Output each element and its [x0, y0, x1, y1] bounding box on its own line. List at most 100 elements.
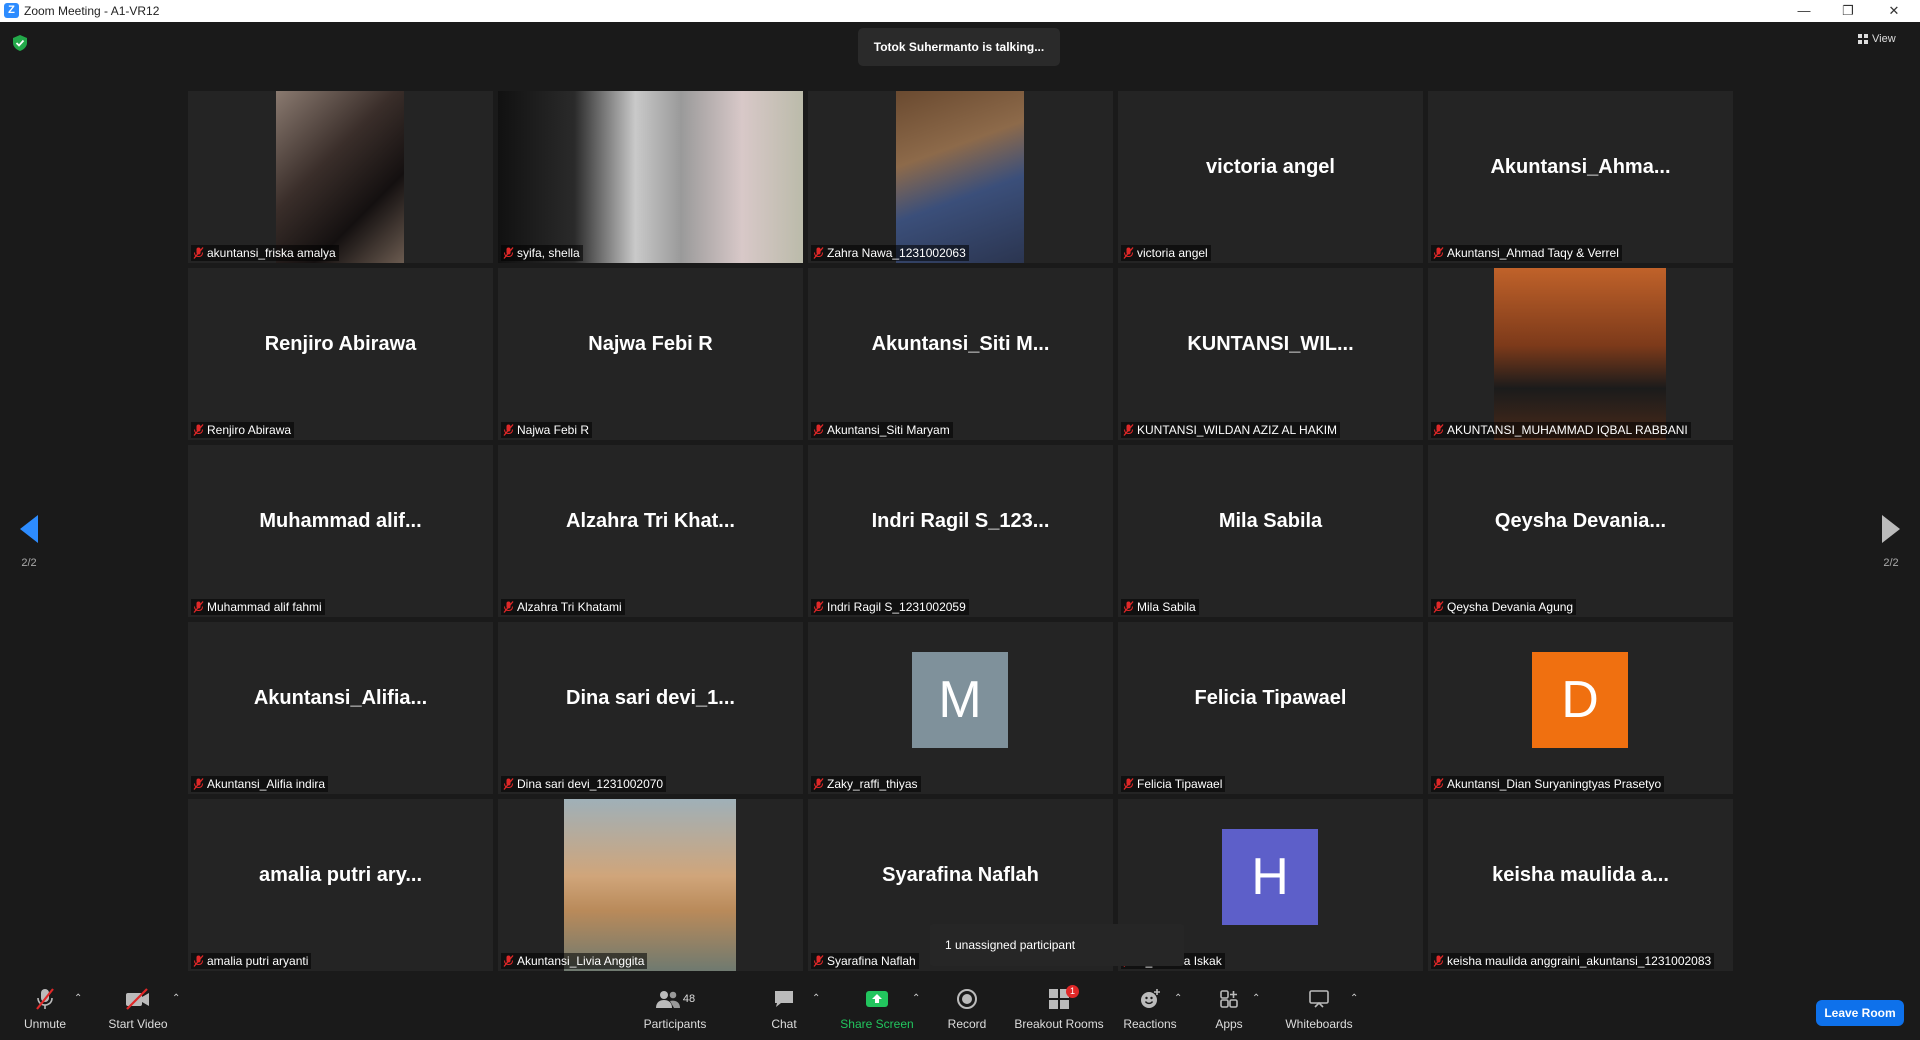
- participant-name-text: Akuntansi_Ahmad Taqy & Verrel: [1447, 246, 1619, 260]
- participant-tile[interactable]: Dina sari devi_1... Dina sari devi_123100…: [498, 622, 803, 794]
- minimize-button[interactable]: —: [1784, 0, 1824, 22]
- chevron-up-icon[interactable]: ⌃: [1350, 993, 1358, 1004]
- participant-tile[interactable]: Indri Ragil S_123... Indri Ragil S_123100…: [808, 445, 1113, 617]
- participant-video: [276, 91, 404, 263]
- next-page-button[interactable]: 2/2: [1871, 515, 1911, 569]
- participant-tile[interactable]: amalia putri ary... amalia putri aryanti: [188, 799, 493, 971]
- leave-room-button[interactable]: Leave Room: [1816, 1000, 1904, 1026]
- participant-tile[interactable]: Felicia Tipawael Felicia Tipawael: [1118, 622, 1423, 794]
- page-indicator-left: 2/2: [21, 557, 37, 569]
- share-screen-button[interactable]: Share Screen: [840, 987, 914, 1031]
- participant-tile[interactable]: keisha maulida a... keisha maulida anggra…: [1428, 799, 1733, 971]
- participant-name-text: Akuntansi_Alifia indira: [207, 777, 326, 791]
- whiteboards-button[interactable]: Whiteboards: [1282, 987, 1356, 1031]
- participant-name-text: Akuntansi_Livia Anggita: [517, 954, 645, 968]
- close-button[interactable]: ✕: [1874, 0, 1914, 22]
- participant-name-text: akuntansi_friska amalya: [207, 246, 336, 260]
- participant-display-name: Alzahra Tri Khat...: [566, 509, 735, 532]
- shield-icon[interactable]: [13, 35, 27, 51]
- reactions-button[interactable]: Reactions: [1122, 987, 1178, 1031]
- participant-tile[interactable]: Zahra Nawa_1231002063: [808, 91, 1113, 263]
- participant-name-label: Renjiro Abirawa: [191, 422, 295, 438]
- participant-tile[interactable]: Muhammad alif... Muhammad alif fahmi: [188, 445, 493, 617]
- participant-name-text: Akuntansi_Dian Suryaningtyas Prasetyo: [1447, 777, 1662, 791]
- record-icon: [944, 987, 990, 1011]
- window-title: Zoom Meeting - A1-VR12: [24, 4, 160, 18]
- chevron-up-icon[interactable]: ⌃: [1252, 993, 1260, 1004]
- participant-tile[interactable]: Qeysha Devania... Qeysha Devania Agung: [1428, 445, 1733, 617]
- arrow-right-icon: [1882, 515, 1900, 543]
- participant-tile[interactable]: Renjiro Abirawa Renjiro Abirawa: [188, 268, 493, 440]
- participant-name-label: Zahra Nawa_1231002063: [811, 245, 969, 261]
- mic-muted-icon: [193, 778, 204, 790]
- participant-name-label: Felicia Tipawael: [1121, 776, 1226, 792]
- chevron-up-icon[interactable]: ⌃: [812, 993, 820, 1004]
- participant-name-label: keisha maulida anggraini_akuntansi_12310…: [1431, 953, 1715, 969]
- participant-display-name: Najwa Febi R: [588, 332, 713, 355]
- chat-icon: [764, 987, 804, 1011]
- chevron-up-icon[interactable]: ⌃: [172, 993, 180, 1004]
- participants-count: 48: [682, 993, 696, 1005]
- active-speaker-indicator: Totok Suhermanto is talking...: [858, 28, 1060, 66]
- participant-name-label: Alzahra Tri Khatami: [501, 599, 625, 615]
- reactions-label: Reactions: [1123, 1017, 1177, 1031]
- participant-tile[interactable]: akuntansi_friska amalya: [188, 91, 493, 263]
- restore-button[interactable]: ❐: [1828, 0, 1868, 22]
- unmute-button[interactable]: Unmute: [18, 987, 72, 1031]
- whiteboard-icon: [1282, 987, 1356, 1011]
- participant-tile[interactable]: AKUNTANSI_MUHAMMAD IQBAL RABBANI: [1428, 268, 1733, 440]
- participant-tile[interactable]: Akuntansi_Siti M... Akuntansi_Siti Maryam: [808, 268, 1113, 440]
- participant-tile[interactable]: M Zaky_raffi_thiyas: [808, 622, 1113, 794]
- participant-tile[interactable]: Mila Sabila Mila Sabila: [1118, 445, 1423, 617]
- participant-name-text: KUNTANSI_WILDAN AZIZ AL HAKIM: [1137, 423, 1338, 437]
- participant-name-label: Dina sari devi_1231002070: [501, 776, 667, 792]
- participant-tile[interactable]: Akuntansi_Ahma... Akuntansi_Ahmad Taqy & …: [1428, 91, 1733, 263]
- apps-button[interactable]: Apps: [1212, 987, 1246, 1031]
- participant-tile[interactable]: Najwa Febi R Najwa Febi R: [498, 268, 803, 440]
- record-button[interactable]: Record: [944, 987, 990, 1031]
- breakout-rooms-button[interactable]: 1 Breakout Rooms: [1014, 985, 1104, 1031]
- participant-name-text: amalia putri aryanti: [207, 954, 309, 968]
- participant-video: [564, 799, 736, 971]
- participant-display-name: Akuntansi_Alifia...: [253, 686, 428, 709]
- participant-name-label: Muhammad alif fahmi: [191, 599, 325, 615]
- participant-display-name: victoria angel: [1206, 155, 1335, 178]
- apps-icon: [1212, 987, 1246, 1011]
- participant-name-label: Akuntansi_Siti Maryam: [811, 422, 953, 438]
- participant-tile[interactable]: syifa, shella: [498, 91, 803, 263]
- participant-name-label: Najwa Febi R: [501, 422, 593, 438]
- participants-button[interactable]: 48 Participants: [640, 987, 710, 1031]
- chevron-up-icon[interactable]: ⌃: [74, 993, 82, 1004]
- participant-avatar: H: [1222, 829, 1318, 925]
- page-indicator-right: 2/2: [1883, 557, 1899, 569]
- chevron-up-icon[interactable]: ⌃: [1174, 993, 1182, 1004]
- participant-tile[interactable]: KUNTANSI_WIL... KUNTANSI_WILDAN AZIZ AL H…: [1118, 268, 1423, 440]
- participant-name-text: Qeysha Devania Agung: [1447, 600, 1574, 614]
- record-label: Record: [947, 1017, 987, 1031]
- unassigned-participant-tooltip[interactable]: 1 unassigned participant: [930, 924, 1184, 966]
- participants-label: Participants: [643, 1017, 707, 1031]
- apps-label: Apps: [1215, 1017, 1243, 1031]
- chevron-up-icon[interactable]: ⌃: [912, 993, 920, 1004]
- participant-tile[interactable]: D Akuntansi_Dian Suryaningtyas Prasetyo: [1428, 622, 1733, 794]
- mic-muted-icon: [813, 247, 824, 259]
- participant-name-label: Akuntansi_Ahmad Taqy & Verrel: [1431, 245, 1622, 261]
- participant-tile[interactable]: victoria angel victoria angel: [1118, 91, 1423, 263]
- video-off-icon: [104, 987, 172, 1011]
- start-video-button[interactable]: Start Video: [104, 987, 172, 1031]
- participant-avatar: D: [1532, 652, 1628, 748]
- participant-tile[interactable]: Akuntansi_Alifia... Akuntansi_Alifia indi…: [188, 622, 493, 794]
- participant-video: [896, 91, 1024, 263]
- title-bar: Z Zoom Meeting - A1-VR12 — ❐ ✕: [0, 0, 1920, 22]
- participant-tile[interactable]: Alzahra Tri Khat... Alzahra Tri Khatami: [498, 445, 803, 617]
- participant-tile[interactable]: Akuntansi_Livia Anggita: [498, 799, 803, 971]
- participant-name-text: victoria angel: [1137, 246, 1208, 260]
- participant-name-label: Akuntansi_Alifia indira: [191, 776, 329, 792]
- view-button[interactable]: View: [1858, 33, 1896, 45]
- previous-page-button[interactable]: 2/2: [9, 515, 49, 569]
- chat-button[interactable]: Chat: [764, 987, 804, 1031]
- participant-name-label: Mila Sabila: [1121, 599, 1199, 615]
- participant-name-label: Qeysha Devania Agung: [1431, 599, 1577, 615]
- gallery-grid: akuntansi_friska amalya syifa, shella Zahr…: [188, 91, 1733, 971]
- participant-name-label: victoria angel: [1121, 245, 1211, 261]
